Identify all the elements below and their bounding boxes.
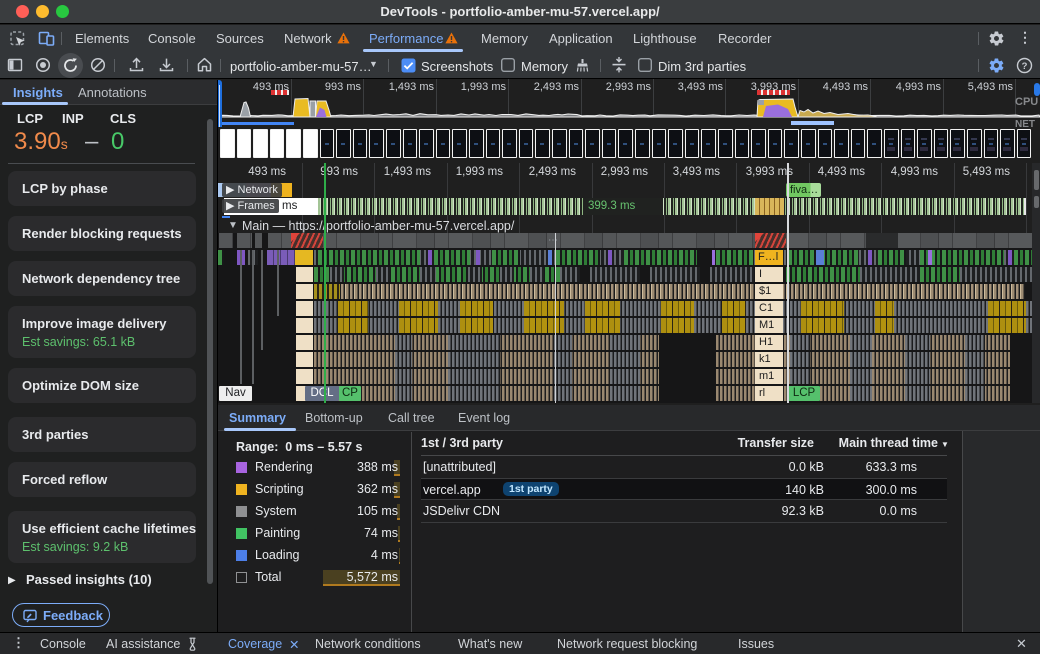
svg-text:?: ? bbox=[1022, 61, 1028, 72]
